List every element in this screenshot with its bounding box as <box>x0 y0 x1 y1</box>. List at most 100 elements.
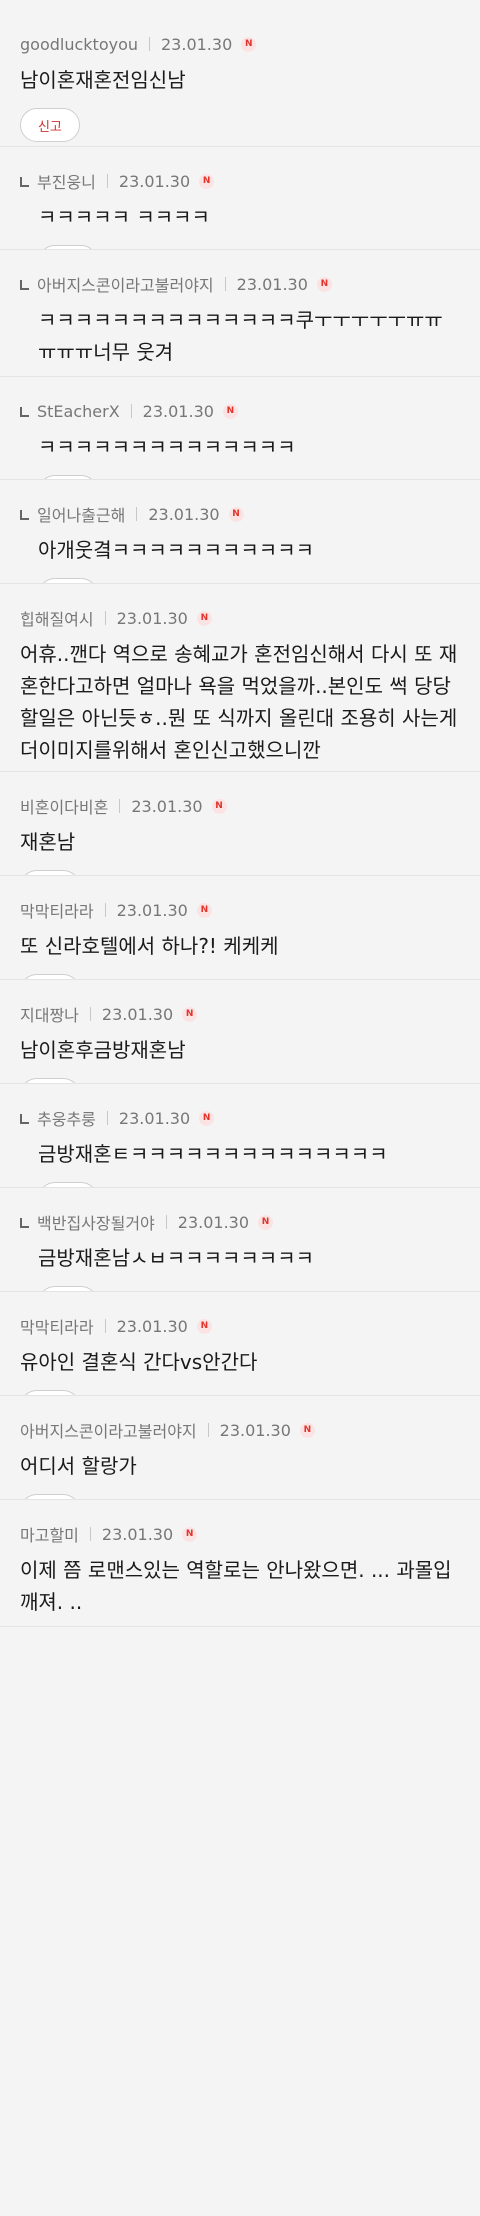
new-badge-icon: N <box>222 403 238 419</box>
meta-divider <box>136 507 138 521</box>
comment-date: 23.01.30 <box>236 274 308 294</box>
comment-date: 23.01.30 <box>116 608 188 628</box>
comment-meta: 백반집사장될거야 23.01.30 N <box>20 1210 460 1234</box>
meta-divider <box>89 1527 91 1541</box>
reply-arrow-icon <box>20 1114 29 1124</box>
comment-author[interactable]: 비혼이다비혼 <box>20 794 108 818</box>
meta-divider <box>104 903 106 917</box>
new-badge-icon: N <box>196 902 212 918</box>
comment-author[interactable]: goodlucktoyou <box>20 35 138 54</box>
report-button[interactable]: 신고 <box>20 108 80 142</box>
comment-meta: 지대짱나 23.01.30 N <box>20 1002 460 1026</box>
new-badge-icon: N <box>211 798 227 814</box>
meta-divider <box>224 277 226 291</box>
reply-item: 추웅추룽23.01.30N금방재혼ㅌㅋㅋㅋㅋㅋㅋㅋㅋㅋㅋㅋㅋㅋㅋ신고 <box>0 1084 480 1188</box>
meta-divider <box>149 37 150 51</box>
comment-date: 23.01.30 <box>116 1316 188 1336</box>
comment-text: 남이혼재혼전임신남 <box>20 68 186 92</box>
comment-text: 어휴..깬다 역으로 송혜교가 혼전임신해서 다시 또 재혼한다고하면 얼마나 … <box>20 642 458 762</box>
comment-text: 금방재혼ㅌㅋㅋㅋㅋㅋㅋㅋㅋㅋㅋㅋㅋㅋㅋ <box>38 1142 388 1166</box>
comment-date: 23.01.30 <box>148 504 220 524</box>
new-badge-icon: N <box>241 36 257 52</box>
comment-date: 23.01.30 <box>118 171 191 191</box>
comment-author[interactable]: 힙해질여시 <box>20 606 94 630</box>
new-badge-icon: N <box>258 1214 274 1230</box>
comment-date: 23.01.30 <box>116 900 188 920</box>
comment-text: 어디서 할랑가 <box>20 1454 137 1478</box>
meta-divider <box>106 174 108 188</box>
comment-text: 재혼남 <box>20 830 76 854</box>
reply-item: StEacherX23.01.30Nㅋㅋㅋㅋㅋㅋㅋㅋㅋㅋㅋㅋㅋㅋ신고 <box>0 377 480 480</box>
comment-author[interactable]: 일어나출근해 <box>37 502 125 526</box>
meta-divider <box>104 1319 106 1333</box>
comment-meta: 막막티라라 23.01.30 N <box>20 1314 460 1338</box>
reply-item: 아버지스콘이라고불러야지 23.01.30 N ㅋㅋㅋㅋㅋㅋㅋㅋㅋㅋㅋㅋㅋㅋ쿠ㅜㅜㅜㅜ… <box>0 250 480 377</box>
new-badge-icon: N <box>199 173 215 189</box>
comment-date: 23.01.30 <box>118 1108 191 1128</box>
reply-arrow-icon <box>20 280 29 290</box>
new-badge-icon: N <box>228 506 244 522</box>
meta-divider <box>165 1215 167 1229</box>
comment-author[interactable]: 막막티라라 <box>20 1314 94 1338</box>
comment-text: ㅋㅋㅋㅋㅋㅋㅋㅋㅋㅋㅋㅋㅋㅋ <box>38 435 296 459</box>
comment-text: 금방재혼남ㅅㅂㅋㅋㅋㅋㅋㅋㅋㅋ <box>38 1246 314 1270</box>
new-badge-icon: N <box>182 1526 198 1542</box>
meta-divider <box>106 1111 108 1125</box>
comment-text: 이제 쯤 로맨스있는 역할로는 안나왔으면. ... 과몰입깨져. .. <box>20 1558 452 1614</box>
reply-item: 일어나출근해23.01.30N아개웃곀ㅋㅋㅋㅋㅋㅋㅋㅋㅋㅋㅋ신고 <box>0 480 480 584</box>
comment-item: 지대짱나23.01.30N남이혼후금방재혼남신고 <box>0 980 480 1084</box>
meta-divider <box>130 404 132 418</box>
comment-meta: 추웅추룽 23.01.30 N <box>20 1106 460 1130</box>
comment-meta: 비혼이다비혼 23.01.30 N <box>20 794 460 818</box>
comment-text: 또 신라호텔에서 하나?! 케케케 <box>20 934 279 958</box>
comment-meta: 아버지스콘이라고불러야지 23.01.30 N <box>20 1418 460 1442</box>
reply-arrow-icon <box>20 510 29 520</box>
new-badge-icon: N <box>196 610 212 626</box>
comment-author[interactable]: 백반집사장될거야 <box>37 1210 155 1234</box>
meta-divider <box>89 1007 91 1021</box>
comment-author[interactable]: 아버지스콘이라고불러야지 <box>37 272 214 296</box>
reply-arrow-icon <box>20 177 29 187</box>
comment-meta: StEacherX 23.01.30 N <box>20 401 460 421</box>
meta-divider <box>104 611 106 625</box>
new-badge-icon: N <box>316 276 332 292</box>
comment-author[interactable]: 아버지스콘이라고불러야지 <box>20 1418 197 1442</box>
comment-meta: 아버지스콘이라고불러야지 23.01.30 N <box>20 272 460 296</box>
comment-date: 23.01.30 <box>177 1212 250 1232</box>
comment-item: goodlucktoyou 23.01.30 N 남이혼재혼전임신남신고 <box>0 0 480 147</box>
comment-text: 남이혼후금방재혼남 <box>20 1038 186 1062</box>
meta-divider <box>119 799 121 813</box>
comment-date: 23.01.30 <box>219 1420 291 1440</box>
comment-date: 23.01.30 <box>142 401 214 421</box>
reply-arrow-icon <box>20 1218 29 1228</box>
new-badge-icon: N <box>299 1422 315 1438</box>
new-badge-icon: N <box>182 1006 198 1022</box>
comment-date: 23.01.30 <box>131 796 203 816</box>
comment-date: 23.01.30 <box>101 1004 174 1024</box>
comment-author[interactable]: 지대짱나 <box>20 1002 79 1026</box>
comment-item: 아버지스콘이라고불러야지23.01.30N어디서 할랑가신고 <box>0 1396 480 1500</box>
comment-author[interactable]: 부진웅니 <box>37 169 96 193</box>
meta-divider <box>207 1423 209 1437</box>
comment-author[interactable]: 추웅추룽 <box>37 1106 96 1130</box>
comment-meta: 일어나출근해 23.01.30 N <box>20 502 460 526</box>
comment-meta: 부진웅니 23.01.30 N <box>20 169 460 193</box>
comment-item: 힙해질여시 23.01.30 N 어휴..깬다 역으로 송혜교가 혼전임신해서 다시 … <box>0 584 480 772</box>
new-badge-icon: N <box>196 1318 212 1334</box>
comment-item: 막막티라라23.01.30N유아인 결혼식 간다vs안간다신고 <box>0 1292 480 1396</box>
new-badge-icon: N <box>199 1110 215 1126</box>
comment-meta: goodlucktoyou 23.01.30 N <box>20 34 460 54</box>
comment-author[interactable]: 막막티라라 <box>20 898 94 922</box>
comment-author[interactable]: 마고할미 <box>20 1522 79 1546</box>
comment-item: 막막티라라23.01.30N또 신라호텔에서 하나?! 케케케신고 <box>0 876 480 980</box>
comment-date: 23.01.30 <box>161 34 233 54</box>
comment-item: 비혼이다비혼23.01.30N재혼남신고 <box>0 772 480 876</box>
comment-date: 23.01.30 <box>101 1524 174 1544</box>
comment-text: ㅋㅋㅋㅋㅋㅋㅋㅋㅋㅋㅋㅋㅋㅋ쿠ㅜㅜㅜㅜㅜㅠㅠㅠㅠㅠ너무 웃겨 <box>38 308 443 364</box>
comment-author[interactable]: StEacherX <box>37 402 120 421</box>
comment-text: ㅋㅋㅋㅋㅋ ㅋㅋㅋㅋ <box>38 205 210 229</box>
comment-meta: 마고할미 23.01.30 N <box>20 1522 460 1546</box>
comment-item: 마고할미 23.01.30 N 이제 쯤 로맨스있는 역할로는 안나왔으면. ... … <box>0 1500 480 1627</box>
reply-item: 백반집사장될거야23.01.30N금방재혼남ㅅㅂㅋㅋㅋㅋㅋㅋㅋㅋ신고 <box>0 1188 480 1292</box>
comment-meta: 막막티라라 23.01.30 N <box>20 898 460 922</box>
